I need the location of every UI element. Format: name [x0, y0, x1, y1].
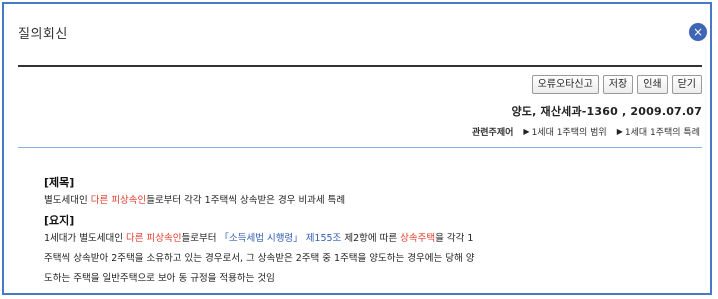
related-topic-link[interactable]: ▶ 1세대 1주택의 범위: [523, 125, 606, 138]
title-heading: [제목]: [44, 176, 75, 189]
document-reference: 양도, 재산세과-1360 , 2009.07.07: [511, 105, 702, 118]
qa-dialog: 질의회신 × 오류오타신고 저장 인쇄 닫기 양도, 재산세과-1360 , 2…: [2, 2, 712, 295]
report-error-button[interactable]: 오류오타신고: [531, 75, 599, 94]
summary-line: 주택씩 상속받아 2주택을 소유하고 있는 경우로서, 그 상속받은 2주택 중…: [44, 253, 475, 264]
content-divider: [18, 147, 702, 148]
summary-heading: [요지]: [44, 214, 75, 227]
triangle-right-icon: ▶: [616, 127, 623, 136]
save-button[interactable]: 저장: [602, 75, 634, 94]
related-topic-text: 1세대 1주택의 특례: [624, 128, 700, 138]
related-topics: 관련주제어 ▶ 1세대 1주택의 범위 ▶ 1세대 1주택의 특례: [472, 125, 700, 138]
triangle-right-icon: ▶: [523, 127, 530, 136]
dialog-title: 질의회신: [18, 27, 68, 42]
related-topic-link[interactable]: ▶ 1세대 1주택의 특례: [617, 125, 700, 138]
close-button[interactable]: 닫기: [671, 75, 702, 94]
summary-line: 도하는 주택을 일반주택으로 보아 동 규정을 적용하는 것임: [44, 273, 275, 284]
print-button[interactable]: 인쇄: [637, 75, 668, 94]
summary-line: 1세대가 별도세대인 다른 피상속인들로부터 「소득세법 시행령」 제155조 …: [44, 233, 474, 244]
related-topics-label: 관련주제어: [472, 128, 514, 138]
content-body: [제목] 별도세대인 다른 피상속인들로부터 각각 1주택씩 상속받은 경우 비…: [44, 175, 475, 289]
toolbar: 오류오타신고 저장 인쇄 닫기: [531, 75, 702, 94]
close-icon[interactable]: ×: [689, 23, 707, 41]
related-topic-text: 1세대 1주택의 범위: [531, 128, 607, 138]
title-text: 별도세대인 다른 피상속인들로부터 각각 1주택씩 상속받은 경우 비과세 특례: [44, 195, 346, 206]
title-divider: [18, 65, 702, 67]
